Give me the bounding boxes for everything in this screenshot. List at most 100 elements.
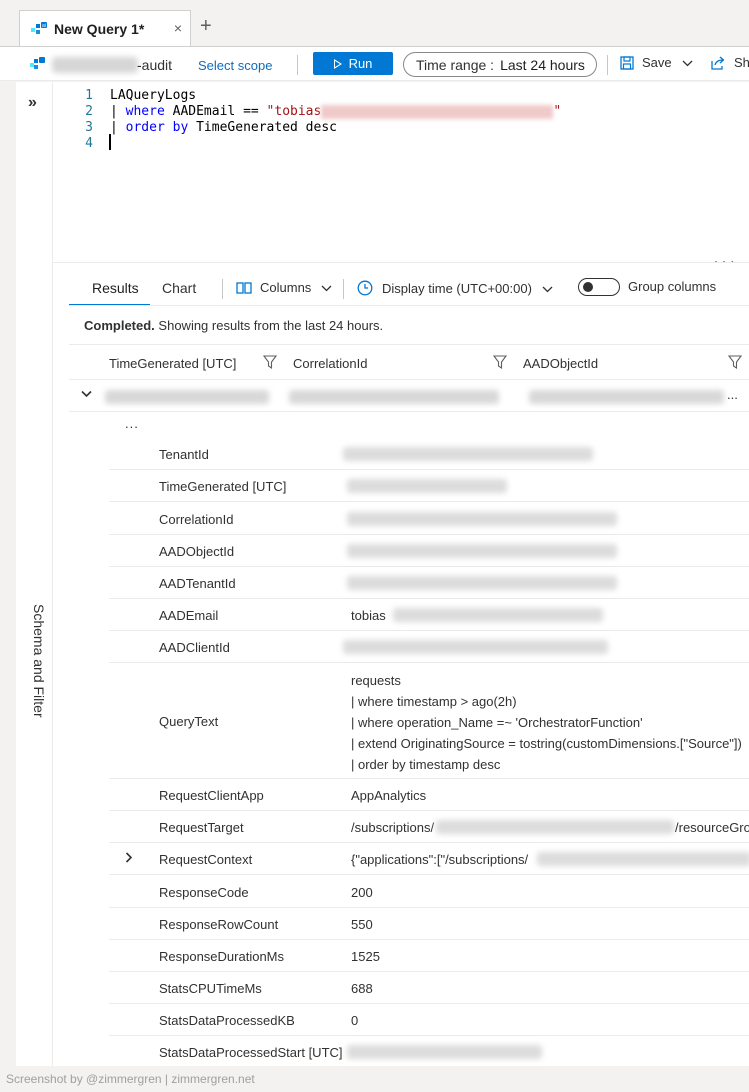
query-editor[interactable]: 1 LAQueryLogs 2 | where AADEmail == "tob…	[53, 82, 749, 266]
clock-icon	[357, 280, 373, 296]
redacted-cell	[105, 390, 269, 404]
detail-row: CorrelationId	[109, 502, 749, 535]
detail-row: QueryText requests | where timestamp > a…	[109, 663, 749, 779]
redacted-value	[537, 852, 749, 866]
detail-value: 0	[351, 1013, 359, 1028]
share-button[interactable]: Sh	[711, 55, 749, 70]
detail-value: 550	[351, 917, 373, 932]
redacted-value	[343, 447, 593, 461]
save-button[interactable]: Save	[620, 55, 693, 70]
table-row[interactable]: ...	[69, 380, 749, 412]
detail-value: {"applications":["/subscriptions/	[351, 852, 529, 867]
time-range-value: Last 24 hours	[500, 56, 585, 73]
filter-icon[interactable]	[262, 355, 278, 370]
pipe-token: |	[110, 120, 118, 135]
pipe-token: |	[110, 104, 118, 119]
redacted-email	[321, 104, 554, 119]
detail-key: StatsDataProcessedKB	[159, 1013, 295, 1028]
detail-key: ResponseRowCount	[159, 917, 279, 932]
divider	[297, 55, 298, 75]
group-columns-toggle[interactable]	[578, 278, 620, 296]
code-token: AADEmail ==	[172, 104, 259, 119]
detail-row: StatsDataProcessedStart [UTC]	[109, 1036, 749, 1067]
display-time-dropdown[interactable]: Display time (UTC+00:00)	[357, 280, 553, 296]
detail-key: CorrelationId	[159, 512, 234, 527]
column-header-correlationid[interactable]: CorrelationId	[293, 356, 367, 371]
tab-title: New Query 1*	[54, 20, 145, 37]
more-icon[interactable]: ...	[125, 416, 139, 431]
detail-value: 200	[351, 885, 373, 900]
detail-row: AADClientId	[109, 631, 749, 663]
detail-value: 688	[351, 981, 373, 996]
detail-key: AADEmail	[159, 608, 219, 623]
detail-value: /resourceGro	[675, 820, 749, 835]
query-icon: ai	[30, 21, 48, 37]
query-toolbar: -audit Select scope Run Time range : Las…	[0, 46, 749, 81]
close-icon[interactable]: ×	[174, 20, 182, 36]
line-number: 4	[85, 136, 93, 151]
code-token: TimeGenerated desc	[196, 120, 337, 135]
columns-button[interactable]: Columns	[236, 280, 332, 295]
schema-filter-label[interactable]: Schema and Filter	[27, 604, 47, 718]
time-range-label: Time range :	[416, 56, 495, 73]
chevron-down-icon	[542, 281, 553, 296]
chevron-down-icon[interactable]	[81, 386, 92, 401]
keyword-token: where	[125, 104, 165, 119]
column-header-aadobjectid[interactable]: AADObjectId	[523, 356, 598, 371]
status-message: Completed. Showing results from the last…	[84, 318, 383, 333]
tab-chart[interactable]: Chart	[162, 280, 196, 296]
detail-row: AADObjectId	[109, 535, 749, 567]
chevron-down-icon	[682, 55, 693, 70]
detail-row: StatsCPUTimeMs 688	[109, 972, 749, 1004]
query-text-line: | where operation_Name =~ 'OrchestratorF…	[351, 715, 643, 730]
share-icon	[711, 56, 726, 70]
display-time-label: Display time (UTC+00:00)	[382, 280, 532, 296]
detail-row: AADEmail tobias	[109, 599, 749, 631]
toggle-knob	[583, 282, 593, 292]
string-token: "tobias	[266, 104, 322, 119]
filter-icon[interactable]	[727, 355, 743, 370]
detail-key: ResponseCode	[159, 885, 249, 900]
redacted-value	[393, 608, 603, 622]
schema-filter-rail[interactable]: » Schema and Filter	[16, 82, 53, 1066]
query-text-line: | order by timestamp desc	[351, 757, 501, 772]
run-button[interactable]: Run	[313, 52, 393, 75]
select-scope-link[interactable]: Select scope	[198, 58, 272, 73]
chevron-right-icon[interactable]	[125, 851, 133, 866]
detail-row: RequestClientApp AppAnalytics	[109, 779, 749, 811]
code-text: | order by TimeGenerated desc	[110, 120, 337, 136]
redacted-value	[347, 544, 617, 558]
tab-results[interactable]: Results	[92, 280, 139, 296]
divider	[69, 305, 749, 306]
columns-label: Columns	[260, 280, 312, 295]
grid-header: TimeGenerated [UTC] CorrelationId AADObj…	[69, 344, 749, 380]
footer-credit: Screenshot by @zimmergren | zimmergren.n…	[6, 1072, 255, 1086]
redacted-value	[436, 820, 674, 834]
query-text-line: | where timestamp > ago(2h)	[351, 694, 517, 709]
redacted-value	[347, 512, 617, 526]
column-header-timegenerated[interactable]: TimeGenerated [UTC]	[109, 356, 236, 371]
results-pane: Results Chart Columns Display time (UTC+…	[53, 262, 749, 1066]
divider	[607, 55, 608, 75]
detail-key: QueryText	[159, 714, 219, 729]
detail-key: AADTenantId	[159, 576, 236, 591]
detail-key: RequestClientApp	[159, 788, 264, 803]
detail-row: ResponseRowCount 550	[109, 908, 749, 940]
detail-value: 1525	[351, 949, 380, 964]
time-range-picker[interactable]: Time range : Last 24 hours	[403, 52, 597, 77]
add-tab-icon[interactable]: +	[200, 16, 212, 36]
chevron-down-icon	[321, 280, 332, 295]
text-caret	[109, 134, 111, 150]
detail-row: ResponseDurationMs 1525	[109, 940, 749, 972]
detail-row: RequestTarget /subscriptions/ /resourceG…	[109, 811, 749, 843]
detail-key: RequestContext	[159, 852, 253, 867]
tab-new-query[interactable]: ai New Query 1* ×	[19, 10, 191, 46]
status-text: Showing results from the last 24 hours.	[158, 318, 384, 333]
divider	[222, 279, 223, 299]
redacted-value	[343, 640, 608, 654]
redacted-cell	[289, 390, 499, 404]
filter-icon[interactable]	[492, 355, 508, 370]
expand-icon[interactable]: »	[28, 94, 37, 112]
detail-value: tobias	[351, 608, 386, 623]
detail-key: StatsCPUTimeMs	[159, 981, 262, 996]
